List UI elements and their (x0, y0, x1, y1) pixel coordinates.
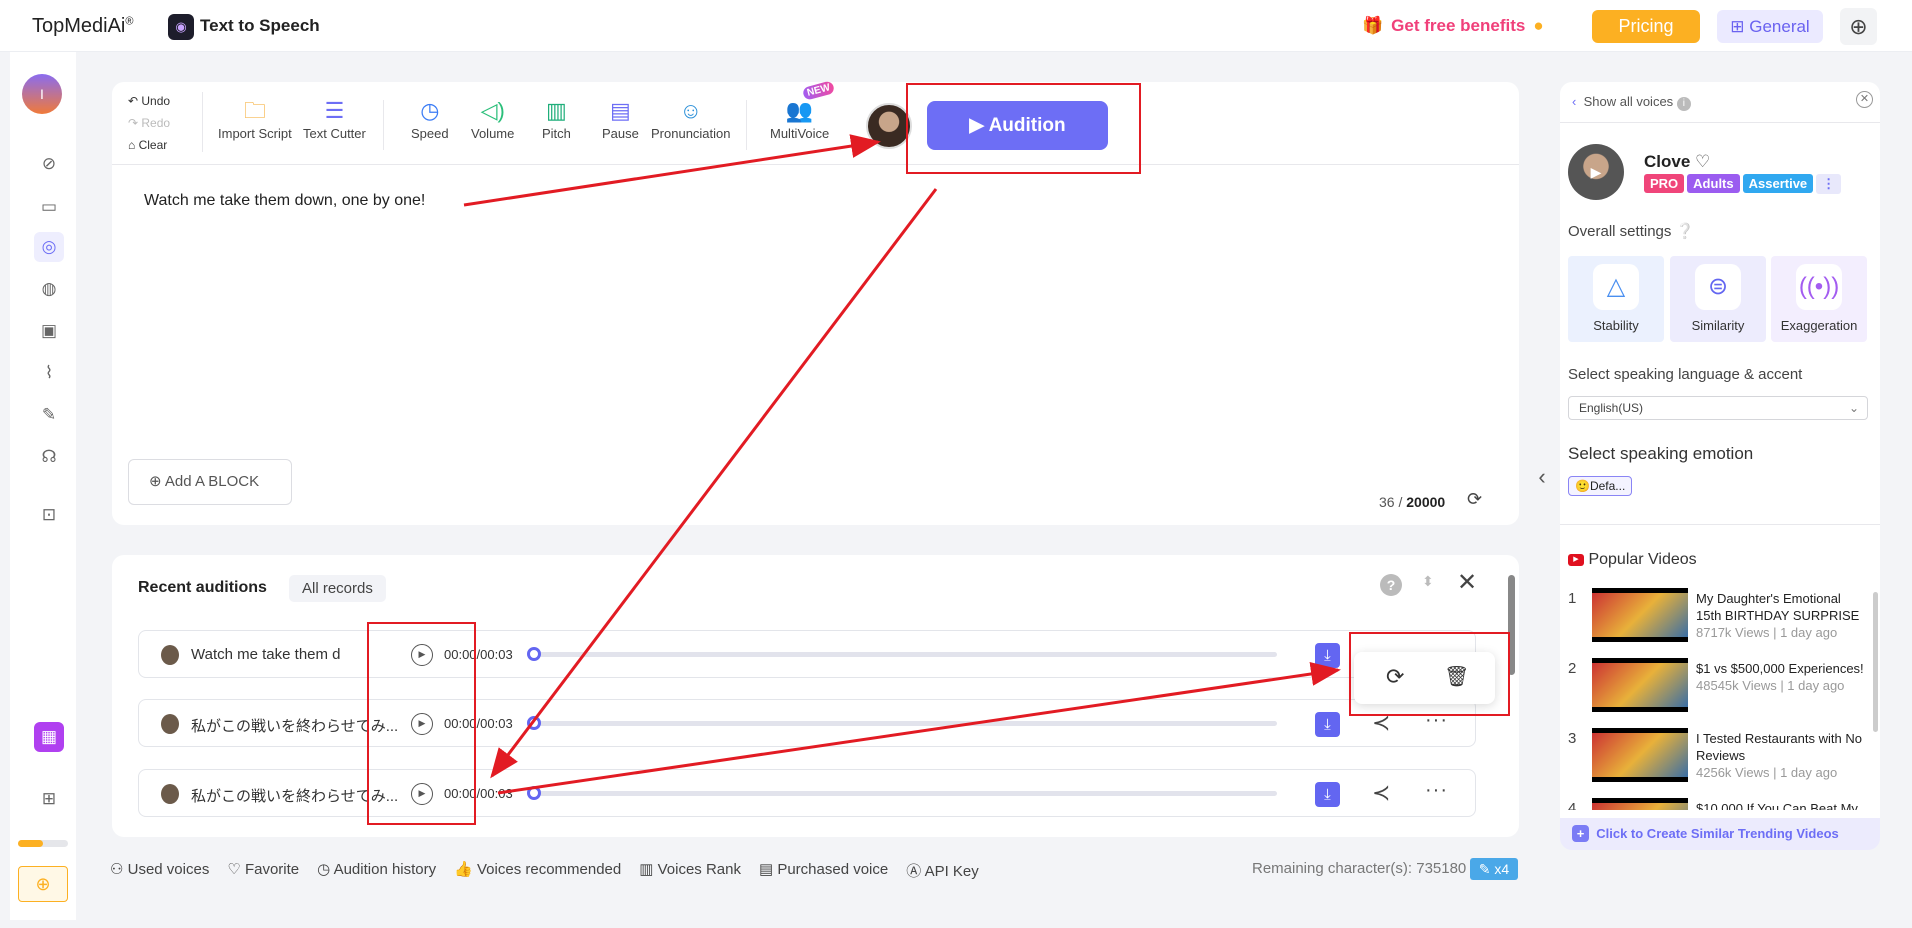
annotation-arrows (463, 134, 1341, 795)
annotation-arrow (463, 134, 881, 207)
annotation-arrow (490, 188, 938, 779)
annotation-arrow (497, 662, 1341, 795)
